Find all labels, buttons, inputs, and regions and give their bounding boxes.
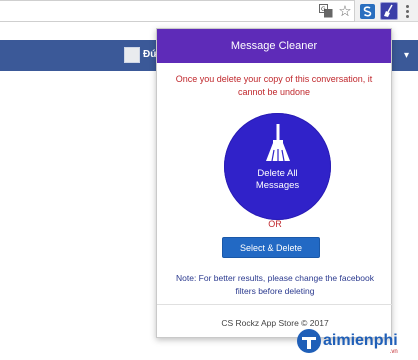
broom-icon xyxy=(265,124,290,162)
popup-header: Message Cleaner xyxy=(157,29,391,63)
divider xyxy=(157,304,393,305)
bookmark-star-icon[interactable]: ☆ xyxy=(337,3,353,20)
popup-title: Message Cleaner xyxy=(230,40,318,52)
or-label: OR xyxy=(268,219,282,229)
message-cleaner-popup: Message Cleaner Once you delete your cop… xyxy=(156,28,393,338)
svg-text:G: G xyxy=(321,6,326,13)
watermark-sub: .vn xyxy=(389,349,398,355)
address-bar[interactable] xyxy=(0,0,355,22)
taimienphi-logo-icon xyxy=(297,329,321,353)
taimienphi-watermark: aimienphi .vn xyxy=(296,326,398,356)
delete-all-label: Delete All Messages xyxy=(256,168,299,192)
translate-icon[interactable]: G xyxy=(318,3,334,19)
delete-all-messages-button[interactable]: Delete All Messages xyxy=(224,113,331,220)
browser-toolbar: G ☆ xyxy=(0,0,418,22)
watermark-brand: aimienphi xyxy=(323,332,398,349)
chevron-down-icon[interactable]: ▾ xyxy=(404,50,409,61)
note-text: Note: For better results, please change … xyxy=(176,273,374,296)
extension-s-icon[interactable] xyxy=(360,4,375,19)
warning-text: Once you delete your copy of this conver… xyxy=(175,74,373,97)
delete-all-label-line1: Delete All xyxy=(257,168,298,179)
select-and-delete-button[interactable]: Select & Delete xyxy=(222,237,320,258)
delete-all-label-line2: Messages xyxy=(255,180,300,191)
message-cleaner-extension-icon[interactable] xyxy=(380,2,398,20)
avatar[interactable] xyxy=(124,47,140,63)
browser-menu-icon[interactable] xyxy=(402,3,412,19)
